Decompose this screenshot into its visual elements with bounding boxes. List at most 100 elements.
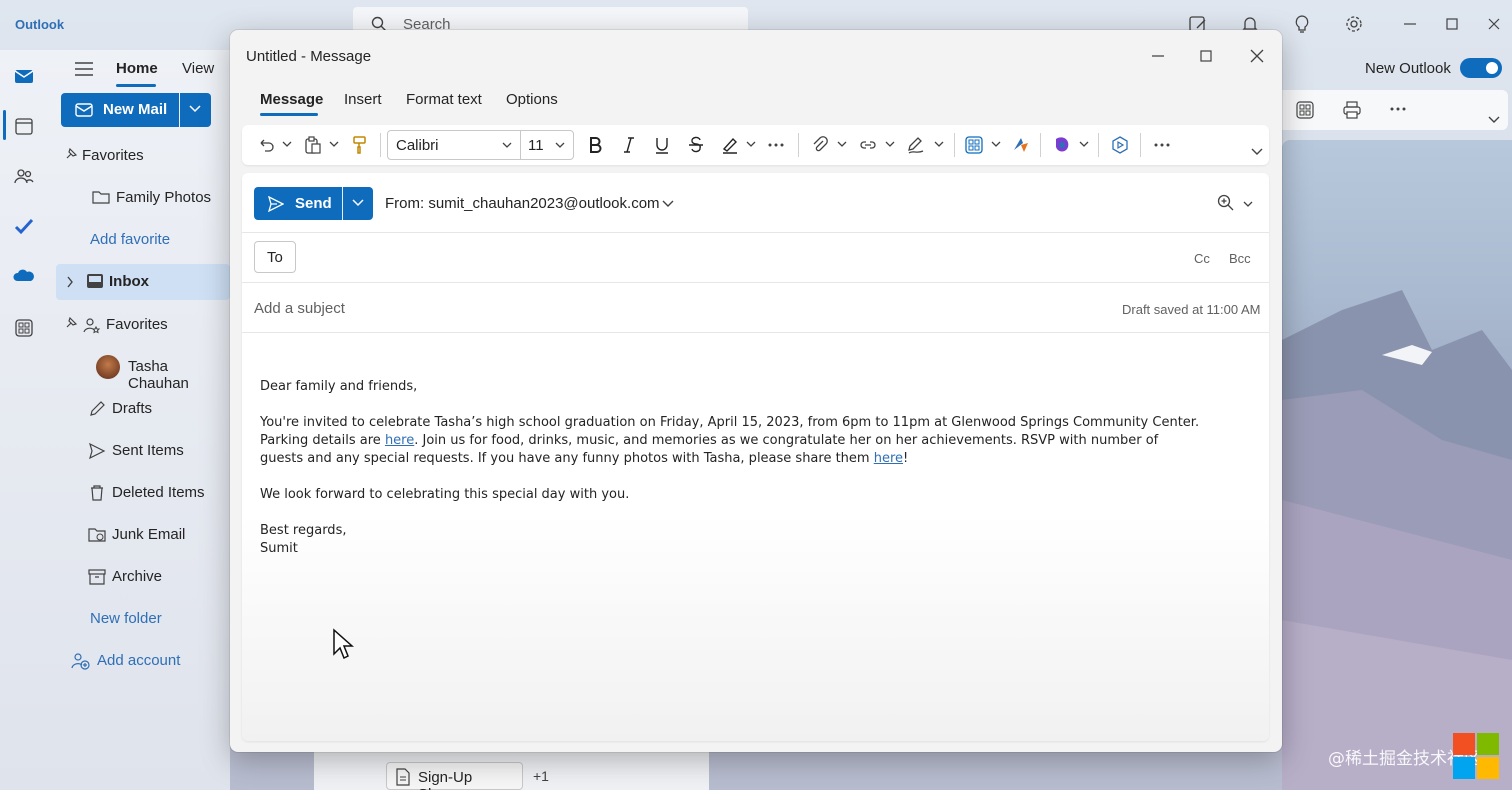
- pin-icon: [66, 147, 78, 159]
- folder-label: Inbox: [109, 273, 149, 290]
- zoom-icon[interactable]: [1217, 194, 1235, 212]
- tab-format-text[interactable]: Format text: [406, 91, 482, 108]
- apps-icon[interactable]: [964, 135, 984, 155]
- chevron-right-icon[interactable]: [66, 276, 74, 288]
- cc-button[interactable]: Cc: [1194, 251, 1210, 266]
- bcc-button[interactable]: Bcc: [1229, 251, 1251, 266]
- add-person-icon: [71, 653, 90, 670]
- more-icon[interactable]: [1152, 135, 1172, 155]
- chevron-down-icon[interactable]: [189, 105, 201, 113]
- subject-input[interactable]: Add a subject: [254, 300, 345, 317]
- chevron-down-icon[interactable]: [282, 141, 292, 149]
- italic-icon[interactable]: [619, 135, 639, 155]
- more-icon[interactable]: [1390, 107, 1406, 111]
- body-paragraph: You're invited to celebrate Tasha’s high…: [260, 415, 1200, 466]
- folder-family-photos[interactable]: Family Photos: [56, 180, 230, 216]
- gear-icon[interactable]: [1344, 14, 1364, 34]
- add-account-link[interactable]: Add account: [56, 643, 230, 679]
- new-outlook-toggle[interactable]: [1460, 58, 1502, 78]
- folder-archive[interactable]: Archive: [56, 559, 230, 595]
- send-button[interactable]: Send: [254, 187, 373, 220]
- parking-link[interactable]: here: [385, 433, 414, 448]
- print-icon[interactable]: [1342, 101, 1362, 119]
- tab-view[interactable]: View: [182, 60, 214, 77]
- new-folder-link[interactable]: New folder: [56, 601, 230, 637]
- chevron-down-icon[interactable]: [662, 200, 674, 208]
- chevron-down-icon[interactable]: [934, 141, 944, 149]
- from-account[interactable]: From: sumit_chauhan2023@outlook.com: [385, 195, 660, 212]
- folder-inbox[interactable]: Inbox: [56, 264, 230, 300]
- favorites-label: Favorites: [82, 147, 144, 164]
- paste-icon[interactable]: [303, 135, 323, 155]
- favorites-header[interactable]: Favorites: [56, 138, 230, 174]
- folder-drafts[interactable]: Drafts: [56, 391, 230, 427]
- apps-icon[interactable]: [13, 317, 35, 339]
- format-painter-icon[interactable]: [350, 135, 370, 155]
- chevron-down-icon[interactable]: [1251, 148, 1263, 156]
- inbox-icon: [87, 274, 103, 288]
- chevron-down-icon[interactable]: [329, 141, 339, 149]
- chevron-down-icon[interactable]: [352, 199, 364, 207]
- signature-icon[interactable]: [906, 135, 926, 155]
- maximize-icon[interactable]: [1442, 14, 1462, 34]
- apps-grid-icon[interactable]: [1296, 101, 1314, 119]
- folder-junk-email[interactable]: Junk Email: [56, 517, 230, 553]
- send-label: Send: [295, 195, 332, 212]
- designer-icon[interactable]: [1011, 135, 1031, 155]
- font-name-select[interactable]: Calibri: [387, 130, 521, 160]
- chevron-down-icon[interactable]: [1488, 116, 1500, 124]
- document-icon: [396, 768, 410, 786]
- minimize-icon[interactable]: [1148, 46, 1168, 66]
- loop-icon[interactable]: [1110, 135, 1130, 155]
- chevron-down-icon[interactable]: [885, 141, 895, 149]
- folder-label: Archive: [112, 568, 163, 585]
- favorites-group[interactable]: Favorites: [56, 307, 230, 343]
- tab-home-indicator: [116, 84, 156, 87]
- tab-insert[interactable]: Insert: [344, 91, 382, 108]
- mail-icon[interactable]: [13, 65, 35, 87]
- attachment-more-count[interactable]: +1: [533, 768, 549, 784]
- font-size-select[interactable]: 11: [520, 130, 574, 160]
- attachment-chip[interactable]: Sign-Up Shee...: [386, 762, 523, 790]
- add-favorite-link[interactable]: Add favorite: [56, 222, 230, 258]
- people-icon[interactable]: [13, 165, 35, 187]
- chevron-down-icon[interactable]: [1079, 141, 1089, 149]
- chevron-down-icon[interactable]: [991, 141, 1001, 149]
- to-button[interactable]: To: [254, 241, 296, 273]
- photos-link[interactable]: here: [874, 451, 903, 466]
- contact-tasha[interactable]: Tasha Chauhan: [56, 349, 230, 392]
- mouse-cursor-icon: [333, 628, 354, 660]
- attach-icon[interactable]: [810, 135, 830, 155]
- strikethrough-icon[interactable]: [686, 135, 706, 155]
- chevron-down-icon[interactable]: [1243, 201, 1253, 209]
- close-icon[interactable]: [1247, 46, 1267, 66]
- chevron-down-icon[interactable]: [837, 141, 847, 149]
- underline-icon[interactable]: [652, 135, 672, 155]
- close-icon[interactable]: [1484, 14, 1504, 34]
- tab-options[interactable]: Options: [506, 91, 558, 108]
- maximize-icon[interactable]: [1196, 46, 1216, 66]
- folder-deleted-items[interactable]: Deleted Items: [56, 475, 230, 511]
- people-star-icon: [83, 318, 100, 334]
- new-mail-button[interactable]: New Mail: [61, 93, 211, 127]
- onedrive-icon[interactable]: [13, 265, 35, 287]
- minimize-icon[interactable]: [1400, 14, 1420, 34]
- message-body[interactable]: Dear family and friends, You're invited …: [260, 378, 1200, 576]
- hamburger-menu-icon[interactable]: [74, 60, 94, 78]
- toolbar-divider: [798, 133, 799, 157]
- undo-icon[interactable]: [256, 135, 276, 155]
- todo-icon[interactable]: [13, 215, 35, 237]
- tab-home[interactable]: Home: [116, 60, 158, 77]
- body-paragraph: We look forward to celebrating this spec…: [260, 487, 630, 502]
- link-icon[interactable]: [858, 135, 878, 155]
- highlighter-icon[interactable]: [720, 135, 740, 155]
- bold-icon[interactable]: [585, 135, 605, 155]
- calendar-icon[interactable]: [13, 115, 35, 137]
- lightbulb-icon[interactable]: [1292, 14, 1312, 34]
- more-icon[interactable]: [766, 135, 786, 155]
- tab-message[interactable]: Message: [260, 91, 323, 108]
- body-signature: Sumit: [260, 541, 298, 556]
- copilot-icon[interactable]: [1052, 135, 1072, 155]
- chevron-down-icon[interactable]: [746, 141, 756, 149]
- folder-sent-items[interactable]: Sent Items: [56, 433, 230, 469]
